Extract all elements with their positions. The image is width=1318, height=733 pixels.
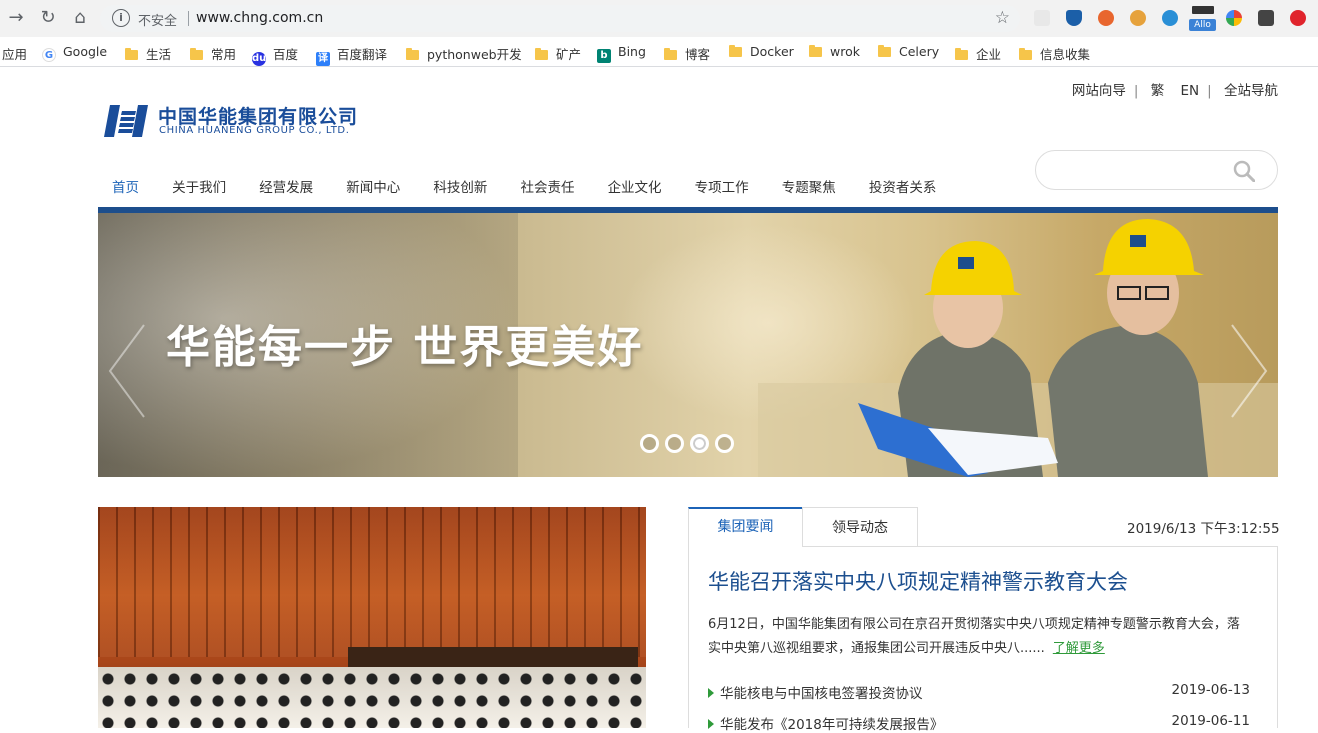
google-extension-icon[interactable] bbox=[1226, 10, 1242, 26]
shield-extension-icon[interactable] bbox=[1034, 10, 1050, 26]
bookmark-folder-life[interactable]: 生活 bbox=[125, 44, 171, 63]
bookmarks-bar: 应用 G Google 生活 常用 du 百度 译百度翻译 pythonweb开发 … bbox=[0, 37, 1318, 67]
nav-about[interactable]: 关于我们 bbox=[172, 176, 226, 196]
folder-icon bbox=[955, 48, 968, 60]
tab-group-news[interactable]: 集团要闻 bbox=[688, 507, 803, 547]
top-links: 网站向导 | 繁 EN | 全站导航 bbox=[1071, 83, 1278, 99]
vpn-extension-icon[interactable] bbox=[1066, 10, 1082, 26]
news-photo[interactable] bbox=[98, 507, 646, 728]
news-headline[interactable]: 华能召开落实中央八项规定精神警示教育大会 bbox=[708, 566, 1128, 596]
nav-business[interactable]: 经营发展 bbox=[259, 176, 313, 196]
news-summary-text: 6月12日，中国华能集团有限公司在京召开贯彻落实中央八项规定精神专题警示教育大会… bbox=[708, 617, 1240, 656]
site-guide-link[interactable]: 网站向导 bbox=[1072, 83, 1126, 99]
bookmark-folder-celery[interactable]: Celery bbox=[878, 44, 939, 59]
forward-icon[interactable]: → bbox=[6, 8, 26, 28]
main-nav: 首页 关于我们 经营发展 新闻中心 科技创新 社会责任 企业文化 专项工作 专题… bbox=[112, 176, 964, 196]
nav-news[interactable]: 新闻中心 bbox=[346, 176, 400, 196]
current-time: 2019/6/13 下午3:12:55 bbox=[1127, 521, 1280, 537]
banner-prev-arrow-icon[interactable] bbox=[104, 321, 148, 421]
bookmark-folder-enterprise[interactable]: 企业 bbox=[955, 44, 1001, 63]
bookmark-folder-info[interactable]: 信息收集 bbox=[1019, 44, 1090, 63]
news-item-date: 2019-06-13 bbox=[1171, 682, 1250, 698]
nav-topics[interactable]: 专题聚焦 bbox=[782, 176, 836, 196]
bookmark-baidu-translate[interactable]: 译百度翻译 bbox=[316, 44, 387, 66]
news-item-date: 2019-06-11 bbox=[1171, 713, 1250, 729]
allo-badge: Allo bbox=[1189, 19, 1216, 31]
menu-extension-icon[interactable] bbox=[1258, 10, 1274, 26]
english-link[interactable]: EN bbox=[1181, 83, 1200, 99]
blue-extension-icon[interactable] bbox=[1162, 10, 1178, 26]
bing-icon: b bbox=[597, 49, 611, 63]
news-item-title: 华能发布《2018年可持续发展报告》 bbox=[720, 717, 944, 733]
folder-icon bbox=[125, 48, 138, 60]
folder-icon bbox=[729, 45, 742, 57]
bookmark-folder-pythonweb[interactable]: pythonweb开发 bbox=[406, 44, 522, 63]
browser-toolbar: → ↻ ⌂ i 不安全 www.chng.com.cn ☆ Allo bbox=[0, 0, 1318, 37]
google-icon: G bbox=[42, 48, 56, 62]
folder-icon bbox=[809, 45, 822, 57]
search-box bbox=[1035, 150, 1278, 190]
security-status: 不安全 bbox=[138, 14, 178, 29]
news-item-title: 华能核电与中国核电签署投资协议 bbox=[720, 686, 923, 702]
home-icon[interactable]: ⌂ bbox=[70, 8, 90, 28]
bookmark-bing[interactable]: b Bing bbox=[597, 44, 646, 63]
list-item[interactable]: 华能核电与中国核电签署投资协议 2019-06-13 bbox=[708, 682, 1250, 702]
bullet-triangle-icon bbox=[708, 688, 714, 698]
folder-icon bbox=[535, 48, 548, 60]
logo-name-en: CHINA HUANENG GROUP CO., LTD. bbox=[159, 125, 350, 136]
banner-slogan: 华能每一步 世界更美好 bbox=[166, 322, 644, 373]
allo-extension-icon[interactable] bbox=[1192, 6, 1214, 14]
hero-banner[interactable]: 华能每一步 世界更美好 bbox=[98, 213, 1278, 477]
translate-icon: 译 bbox=[316, 52, 330, 66]
banner-next-arrow-icon[interactable] bbox=[1228, 321, 1272, 421]
folder-icon bbox=[878, 45, 891, 57]
nav-investors[interactable]: 投资者关系 bbox=[869, 176, 937, 196]
site-logo[interactable]: 中国华能集团有限公司 CHINA HUANENG GROUP CO., LTD. bbox=[104, 100, 404, 142]
bookmark-google[interactable]: G Google bbox=[42, 44, 107, 62]
info-icon[interactable]: i bbox=[112, 9, 130, 27]
folder-icon bbox=[406, 48, 419, 60]
tab-leadership[interactable]: 领导动态 bbox=[802, 507, 918, 547]
baidu-icon: du bbox=[252, 52, 267, 66]
url-text[interactable]: www.chng.com.cn bbox=[196, 10, 323, 26]
bookmark-folder-common[interactable]: 常用 bbox=[190, 44, 236, 63]
bookmark-folder-wrok[interactable]: wrok bbox=[809, 44, 860, 59]
nav-culture[interactable]: 企业文化 bbox=[608, 176, 662, 196]
nav-special-work[interactable]: 专项工作 bbox=[695, 176, 749, 196]
address-bar[interactable]: i 不安全 www.chng.com.cn ☆ bbox=[100, 5, 1020, 32]
bookmark-apps[interactable]: 应用 bbox=[2, 44, 27, 63]
address-separator bbox=[188, 11, 189, 26]
banner-dot-4[interactable] bbox=[715, 434, 734, 453]
bookmark-star-icon[interactable]: ☆ bbox=[995, 8, 1010, 28]
nav-technology[interactable]: 科技创新 bbox=[433, 176, 487, 196]
bookmark-baidu[interactable]: du 百度 bbox=[252, 44, 298, 66]
site-navigation-link[interactable]: 全站导航 bbox=[1224, 83, 1278, 99]
cookie-extension-icon[interactable] bbox=[1130, 10, 1146, 26]
photo-audience bbox=[98, 667, 646, 728]
banner-workers-image bbox=[758, 219, 1278, 477]
folder-icon bbox=[1019, 48, 1032, 60]
bookmark-folder-docker[interactable]: Docker bbox=[729, 44, 794, 59]
nav-social-responsibility[interactable]: 社会责任 bbox=[520, 176, 574, 196]
news-summary: 6月12日，中国华能集团有限公司在京召开贯彻落实中央八项规定精神专题警示教育大会… bbox=[708, 613, 1248, 661]
huaneng-logo-icon bbox=[104, 105, 148, 137]
banner-dot-3[interactable] bbox=[690, 434, 709, 453]
bookmark-folder-blog[interactable]: 博客 bbox=[664, 44, 710, 63]
nav-home[interactable]: 首页 bbox=[112, 176, 139, 196]
list-item[interactable]: 华能发布《2018年可持续发展报告》 2019-06-11 bbox=[708, 713, 1250, 733]
orange-extension-icon[interactable] bbox=[1098, 10, 1114, 26]
search-input[interactable] bbox=[1050, 160, 1220, 180]
read-more-link[interactable]: 了解更多 bbox=[1053, 641, 1105, 656]
opera-extension-icon[interactable] bbox=[1290, 10, 1306, 26]
folder-icon bbox=[664, 48, 677, 60]
search-icon[interactable] bbox=[1233, 160, 1255, 182]
banner-dot-1[interactable] bbox=[640, 434, 659, 453]
bookmark-folder-minerals[interactable]: 矿产 bbox=[535, 44, 581, 63]
photo-wall bbox=[98, 507, 646, 657]
folder-icon bbox=[190, 48, 203, 60]
reload-icon[interactable]: ↻ bbox=[38, 8, 58, 28]
traditional-chinese-link[interactable]: 繁 bbox=[1151, 83, 1165, 99]
banner-dot-2[interactable] bbox=[665, 434, 684, 453]
